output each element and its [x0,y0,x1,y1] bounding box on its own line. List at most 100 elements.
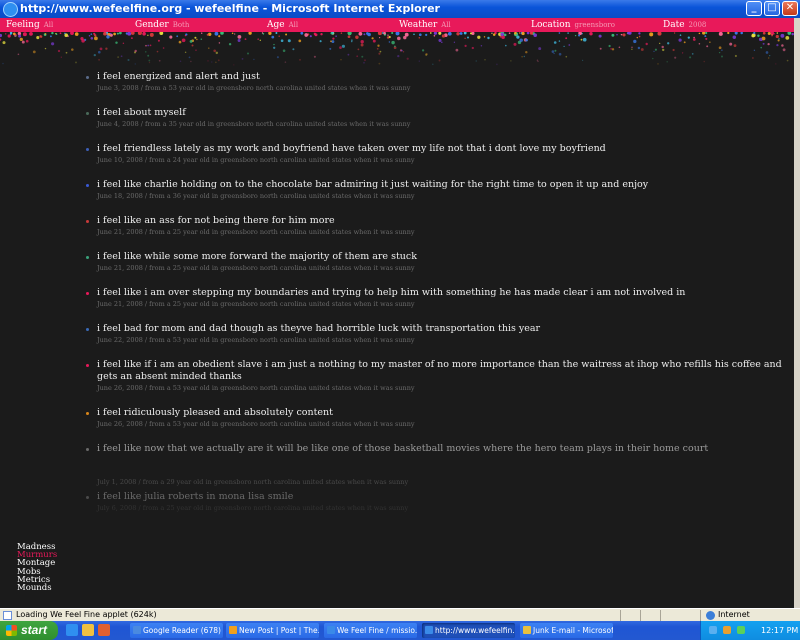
network-icon[interactable] [709,626,717,634]
feeling-particle [364,59,366,62]
filter-weather[interactable]: Weather All [399,19,451,31]
feeling-particle [753,32,756,35]
feeling-particle [169,35,173,39]
security-icon[interactable] [737,626,745,634]
feeling-particle [0,38,2,41]
filter-age[interactable]: Age All [267,19,298,31]
feeling-particle [363,61,365,64]
feeling-particle [666,61,668,63]
feeling-particle [582,37,587,42]
feeling-particle [220,32,224,35]
feeling-particle [39,35,42,38]
feeling-particle [88,35,91,37]
taskbar-button[interactable]: New Post | Post | The... [226,623,319,638]
taskbar-button[interactable]: Google Reader (678) ... [130,623,223,638]
feeling-particle [661,48,665,52]
feeling-particle [176,35,179,38]
feeling-particle [673,32,676,34]
feeling-particle [525,38,528,42]
minimize-button[interactable]: _ [746,1,762,16]
feeling-particle [441,41,443,43]
feeling-particle [464,44,467,48]
feeling-particle [758,37,763,42]
taskbar-button[interactable]: Junk E-mail - Microsof... [520,623,613,638]
feeling-particle [418,37,421,39]
outlook-quicklaunch-icon[interactable] [82,624,94,636]
media-quicklaunch-icon[interactable] [98,624,110,636]
system-tray: 12:17 PM [700,621,800,640]
feeling-particle [483,36,486,38]
feeling-particle [687,36,690,39]
feeling-particle [608,44,611,48]
filter-label: Age [267,20,285,30]
feeling-particle [378,36,381,39]
scrollbar[interactable] [794,18,800,608]
app-icon [229,626,237,634]
feeling-particle [402,51,405,53]
feeling-particle [521,32,525,36]
feeling-particle [581,59,584,62]
filter-value: All [43,21,54,29]
feeling-particle [206,33,209,36]
feeling-particle [599,47,602,50]
feeling-particle [149,32,154,37]
feeling-particle [553,52,555,55]
filter-label: Gender [135,20,169,30]
feeling-bullet [86,148,89,151]
feeling-particle [313,32,317,36]
feeling-particle [667,42,670,45]
ie-quicklaunch-icon[interactable] [66,624,78,636]
feeling-particle [760,46,762,49]
feeling-particle [377,44,380,47]
feeling-particle [470,32,472,35]
feeling-particle [17,53,20,56]
feeling-particle [777,39,780,42]
nav-item-mounds[interactable]: Mounds [17,584,57,593]
feeling-particle [782,48,786,52]
volume-icon[interactable] [723,626,731,634]
feeling-particle [218,42,221,44]
feeling-particle [262,33,265,35]
taskbar-button[interactable]: We Feel Fine / missio... [324,623,417,638]
feeling-particle [273,43,275,46]
feeling-particle [208,47,210,49]
filter-feeling[interactable]: Feeling All [6,19,53,31]
particle-dot-band [0,32,794,66]
maximize-button[interactable]: □ [764,1,780,16]
filter-gender[interactable]: Gender Both [135,19,189,31]
feeling-particle [7,34,11,38]
feeling-text: i feel like charlie holding on to the ch… [97,179,649,190]
feeling-particle [773,32,775,35]
feeling-particle [633,39,637,44]
feeling-particle [51,32,54,35]
feeling-particle [526,32,530,35]
start-button[interactable]: start [0,621,58,640]
feeling-particle [568,44,571,46]
feeling-particle [215,51,219,55]
feeling-particle [188,56,191,59]
feeling-particle [762,32,766,35]
feeling-particle [657,32,662,36]
feeling-particle [775,63,777,65]
feeling-particle [438,38,442,42]
feeling-particle [371,37,374,40]
feeling-particle [734,54,737,58]
feeling-particle [376,47,379,50]
close-button[interactable]: ✕ [782,1,798,16]
feeling-meta: June 10, 2008 / from a 24 year old in gr… [97,156,415,164]
feeling-particle [638,35,641,38]
feeling-particle [514,32,517,35]
feeling-particle [127,32,132,36]
filter-date[interactable]: Date 2008 [663,19,706,31]
feeling-particle [75,61,77,64]
feeling-particle [438,59,441,62]
feeling-particle [558,40,561,42]
feeling-particle [347,53,350,56]
filter-location[interactable]: Location greensboro [531,19,615,31]
taskbar-button[interactable]: http://www.wefeelfin... [422,623,515,638]
window-title-bar[interactable]: http://www.wefeelfine.org - wefeelfine -… [0,0,800,18]
feeling-particle [404,32,409,37]
feeling-particle [12,32,16,36]
feeling-particle [137,32,142,36]
feeling-text: i feel like if i am an obedient slave i … [97,359,782,382]
